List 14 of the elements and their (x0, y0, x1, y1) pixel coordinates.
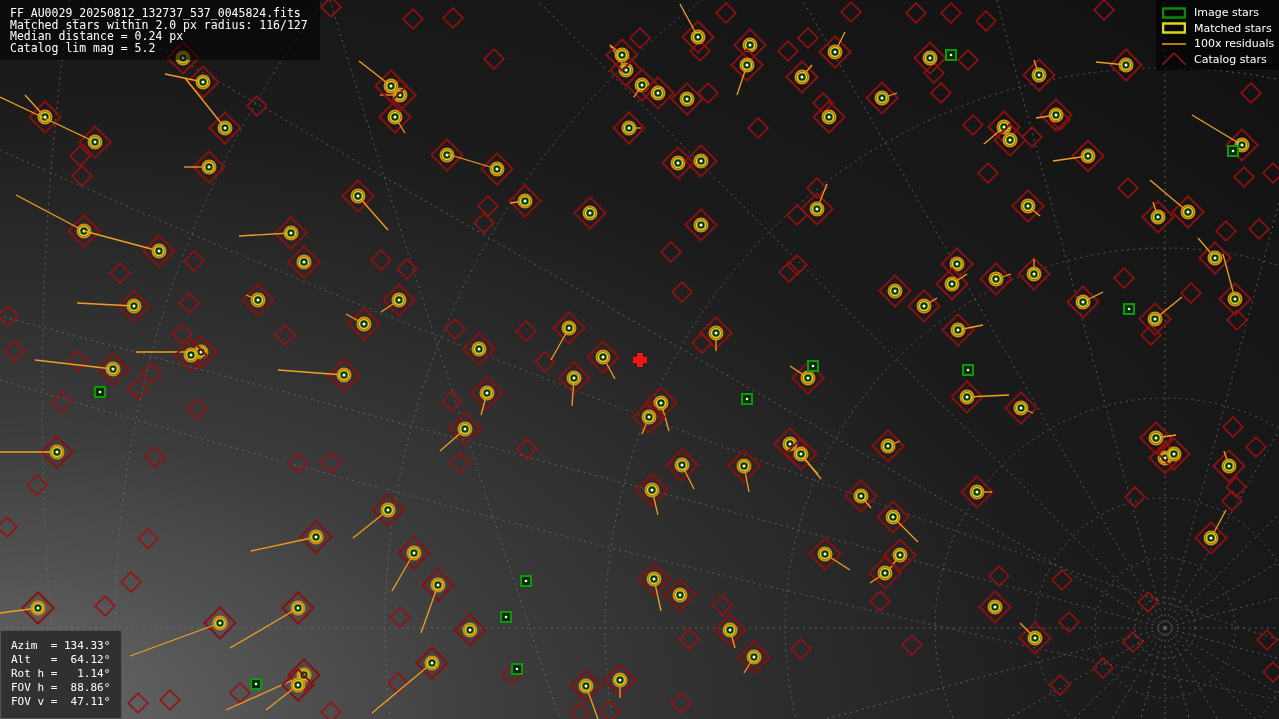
pointing-text: FOV h = 88.86° (11, 681, 111, 695)
line-icon (1162, 42, 1186, 45)
header-text: Catalog lim mag = 5.2 (10, 42, 157, 54)
pointing-text: Alt = 64.12° (11, 653, 111, 667)
header-text: FF_AU0029_20250812_132737_537_0045824.fits (10, 8, 302, 20)
header-text: Matched stars within 2.0 px radius: 116/127 (10, 19, 309, 31)
legend-label: Catalog stars (1194, 52, 1267, 66)
legend-label: Matched stars (1194, 21, 1272, 35)
legend-label: 100x residuals (1194, 37, 1275, 51)
pointing-text: FOV v = 47.11° (11, 695, 111, 709)
pointing-text: Azim = 134.33° (11, 639, 111, 653)
pointing-text: Rot h = 1.14° (11, 667, 111, 681)
legend-label: Image stars (1194, 6, 1259, 20)
header-text: Median distance = 0.24 px (10, 31, 184, 43)
